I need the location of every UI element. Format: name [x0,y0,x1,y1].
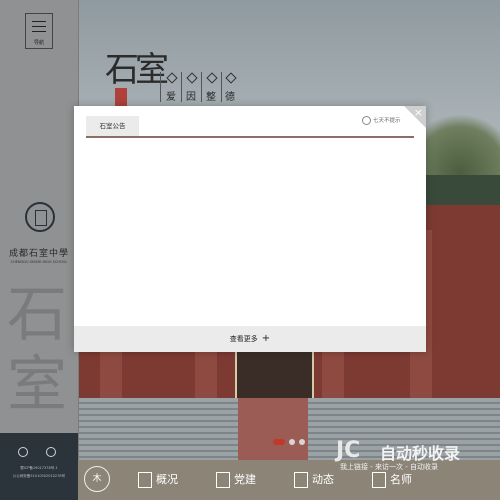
menu-icon-bar [32,26,46,27]
nav-item-overview[interactable]: 概况 [138,466,178,494]
motto-char: 爱 [166,92,176,103]
icp-record: 蜀ICP备19017378号-1 [20,466,58,470]
news-icon [294,472,308,488]
motto-char: 因 [186,92,196,103]
police-record: 川公网安备51010502010278号 [12,474,66,478]
menu-icon-bar [32,31,46,32]
watermark-logo: JC [336,438,361,463]
seven-day-hide-label: 七天不提示 [373,118,401,124]
motto-divider [160,72,161,102]
radio-icon[interactable] [362,116,371,125]
motto-divider [201,72,202,102]
weibo-icon[interactable] [46,447,56,457]
slider-dot[interactable] [289,439,295,445]
seven-day-hide-option[interactable]: 七天不提示 [362,116,401,125]
document-icon [138,472,152,488]
school-name-cn: 成都石室中學 [8,249,69,259]
brush-watermark: 石室 [7,280,67,420]
view-more-button[interactable]: 查看更多 + [74,326,426,352]
nav-item-party[interactable]: 党建 [216,466,256,494]
view-more-label: 查看更多 [229,335,258,343]
watermark-subtitle: 我上链接 - 来访一次 - 自动收录 [340,463,438,471]
home-button[interactable]: 木 [84,466,110,492]
announcement-modal: 石室公告 七天不提示 × 查看更多 + [74,106,426,352]
background-roof [420,175,500,205]
emblem-inner [35,210,47,226]
menu-label: 导航 [33,40,44,46]
tab-announcement[interactable]: 石室公告 [86,116,139,136]
tab-underline [86,136,414,138]
menu-button[interactable]: 导航 [25,13,53,49]
slider-dot-active[interactable] [273,439,285,445]
party-icon [216,472,230,488]
red-seal [115,88,127,106]
close-icon[interactable]: × [414,106,423,119]
motto-char: 德 [225,92,235,103]
nav-label: 党建 [234,473,256,486]
school-emblem-icon[interactable] [25,202,55,232]
slider-dot[interactable] [299,439,305,445]
menu-icon-bar [32,21,46,22]
motto-char: 整 [206,92,216,103]
watermark: JC 自动秒收录 我上链接 - 来访一次 - 自动收录 [328,436,488,480]
school-name-en: CHENGDU SHISHI HIGH SCHOOL [10,260,68,264]
calligraphy-title: 石室 [105,50,169,90]
nav-label: 概况 [156,473,178,486]
wechat-icon[interactable] [18,447,28,457]
watermark-title: 自动秒收录 [380,444,461,463]
motto-divider [181,72,182,102]
background-path [238,398,308,460]
plus-icon: + [261,333,271,344]
motto-divider [221,72,222,102]
